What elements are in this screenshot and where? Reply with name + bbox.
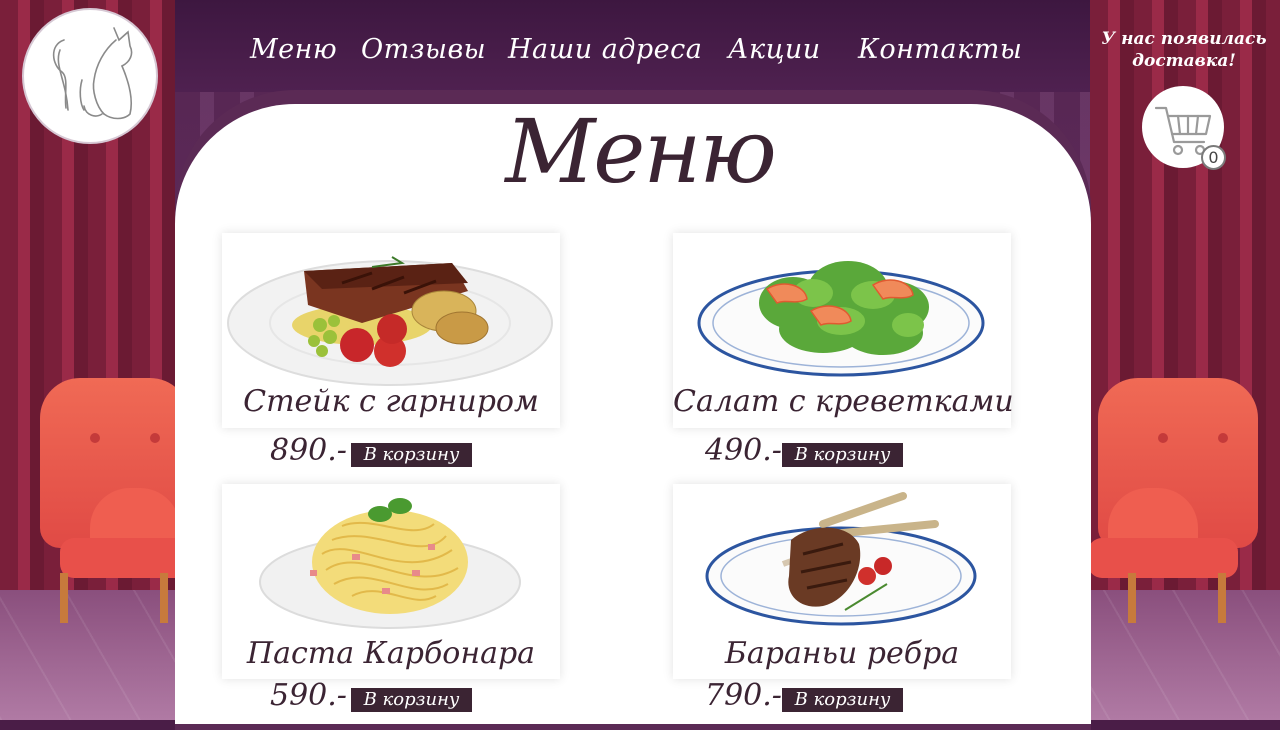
delivery-promo: У нас появилась доставка!: [1088, 28, 1280, 72]
add-to-cart-button-2[interactable]: В корзину: [782, 443, 903, 467]
nav-item-contacts[interactable]: Контакты: [858, 34, 1022, 65]
add-to-cart-button-4[interactable]: В корзину: [782, 688, 903, 712]
dish-price-1: 890.-: [270, 433, 347, 468]
nav-item-promotions[interactable]: Акции: [728, 34, 821, 65]
menu-card-steak[interactable]: Стейк с гарниром: [222, 233, 560, 428]
dish-price-3: 590.-: [270, 678, 347, 713]
nav-item-menu[interactable]: Меню: [250, 34, 337, 65]
menu-card-pasta-carbonara[interactable]: Паста Карбонара: [222, 484, 560, 679]
shrimp-salad-dish-icon: [697, 261, 985, 377]
nav-item-addresses[interactable]: Наши адреса: [508, 34, 702, 65]
lamb-ribs-dish-icon: [705, 492, 977, 626]
promo-line-2: доставка!: [1132, 51, 1236, 71]
add-to-cart-button-3[interactable]: В корзину: [351, 688, 472, 712]
dish-name-3: Паста Карбонара: [246, 636, 536, 671]
right-armchair: [1088, 378, 1280, 628]
dish-name-1: Стейк с гарниром: [243, 384, 539, 419]
nav-item-reviews[interactable]: Отзывы: [361, 34, 486, 65]
menu-card-lamb-ribs[interactable]: Бараньи ребра: [673, 484, 1011, 679]
dish-name-2: Салат с креветками: [673, 384, 1014, 419]
dish-price-4: 790.-: [705, 678, 782, 713]
add-to-cart-button-1[interactable]: В корзину: [351, 443, 472, 467]
menu-card-shrimp-salad[interactable]: Салат с креветками: [673, 233, 1014, 428]
left-armchair: [20, 378, 200, 628]
dish-price-2: 490.-: [705, 433, 782, 468]
steak-dish-icon: [227, 256, 553, 386]
promo-line-1: У нас появилась: [1101, 29, 1267, 49]
page-title: Меню: [505, 100, 777, 203]
dish-name-4: Бараньи ребра: [724, 636, 960, 671]
pasta-carbonara-dish-icon: [259, 498, 521, 629]
